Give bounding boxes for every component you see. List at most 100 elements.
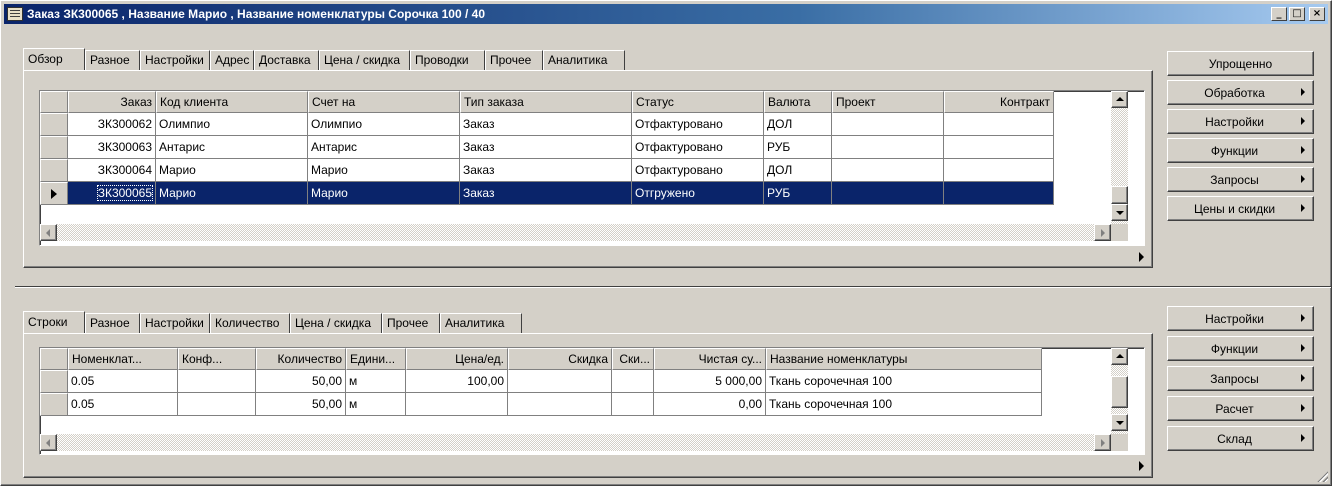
column-header[interactable]: Количество — [256, 348, 346, 370]
расчет-button[interactable]: Расчет — [1167, 396, 1314, 421]
table-cell[interactable]: ЗК300064 — [68, 159, 156, 182]
table-cell[interactable]: ЗК300065 — [68, 182, 156, 205]
table-cell[interactable]: Заказ — [460, 159, 632, 182]
функции-button[interactable]: Функции — [1167, 336, 1314, 361]
tab-6[interactable]: Цена / скидка — [319, 50, 410, 70]
table-cell[interactable]: Отфактуровано — [632, 159, 764, 182]
panel-expand-arrow-icon[interactable] — [1139, 252, 1144, 262]
row-indicator[interactable] — [40, 113, 68, 136]
table-cell[interactable] — [178, 370, 256, 393]
document-icon[interactable] — [7, 7, 23, 21]
lines-vertical-scrollbar[interactable] — [1111, 348, 1128, 434]
column-header[interactable]: Счет на — [308, 91, 460, 113]
table-cell[interactable] — [178, 393, 256, 416]
column-header[interactable]: Цена/ед. — [406, 348, 508, 370]
row-indicator[interactable] — [40, 370, 68, 393]
table-cell[interactable] — [944, 113, 1054, 136]
tab-5[interactable]: Цена / скидка — [290, 313, 382, 333]
tab-4[interactable]: Количество — [210, 313, 290, 333]
table-cell[interactable]: 50,00 — [256, 370, 346, 393]
table-cell[interactable] — [832, 159, 944, 182]
scroll-down-icon[interactable] — [1111, 414, 1128, 431]
table-cell[interactable] — [612, 393, 654, 416]
title-bar[interactable]: Заказ ЗК300065 , Название Марио , Назван… — [4, 4, 1328, 24]
close-button[interactable]: × — [1309, 7, 1325, 21]
table-cell[interactable]: Отфактуровано — [632, 113, 764, 136]
tab-2[interactable]: Разное — [85, 50, 140, 70]
table-cell[interactable]: 0.05 — [68, 370, 178, 393]
упрощенно-button[interactable]: Упрощенно — [1167, 51, 1314, 76]
настройки-button[interactable]: Настройки — [1167, 306, 1314, 331]
column-header[interactable]: Номенклат... — [68, 348, 178, 370]
maximize-button[interactable]: □ — [1289, 7, 1305, 21]
tab-7[interactable]: Проводки — [410, 50, 485, 70]
column-header[interactable]: Контракт — [944, 91, 1054, 113]
minimize-button[interactable]: _ — [1271, 7, 1287, 21]
table-cell[interactable] — [944, 159, 1054, 182]
tab-9[interactable]: Аналитика — [543, 50, 625, 70]
table-cell[interactable]: Олимпио — [156, 113, 308, 136]
current-row-arrow-icon[interactable] — [40, 182, 68, 205]
orders-horizontal-scrollbar[interactable] — [40, 224, 1111, 241]
table-cell[interactable] — [832, 136, 944, 159]
table-cell[interactable]: Заказ — [460, 136, 632, 159]
table-cell[interactable] — [944, 182, 1054, 205]
table-cell[interactable]: Марио — [308, 182, 460, 205]
table-cell[interactable]: ДОЛ — [764, 113, 832, 136]
table-cell[interactable]: Марио — [308, 159, 460, 182]
column-header[interactable]: Чистая су... — [654, 348, 766, 370]
resize-grip-icon[interactable] — [1316, 470, 1328, 482]
table-cell[interactable]: 5 000,00 — [654, 370, 766, 393]
table-cell[interactable] — [832, 113, 944, 136]
table-cell[interactable]: ЗК300062 — [68, 113, 156, 136]
table-cell[interactable] — [612, 370, 654, 393]
настройки-button[interactable]: Настройки — [1167, 109, 1314, 134]
table-cell[interactable] — [406, 393, 508, 416]
scroll-right-icon[interactable] — [1094, 224, 1111, 241]
scroll-left-icon[interactable] — [40, 224, 57, 241]
table-row[interactable]: 0.05 50,00 м 0,00 Ткань сорочечная 100 — [40, 393, 1144, 416]
table-cell[interactable]: ЗК300063 — [68, 136, 156, 159]
table-cell[interactable]: 0,00 — [654, 393, 766, 416]
table-cell[interactable]: 50,00 — [256, 393, 346, 416]
table-cell[interactable]: РУБ — [764, 182, 832, 205]
tab-1[interactable]: Строки — [23, 311, 85, 333]
обработка-button[interactable]: Обработка — [1167, 80, 1314, 105]
table-row[interactable]: ЗК300062 Олимпио Олимпио Заказ Отфактуровано… — [40, 113, 1144, 136]
table-cell[interactable] — [832, 182, 944, 205]
table-row[interactable]: ЗК300064 Марио Марио Заказ Отфактуровано ДОЛ — [40, 159, 1144, 182]
lines-horizontal-scrollbar[interactable] — [40, 434, 1111, 451]
row-indicator[interactable] — [40, 159, 68, 182]
tab-3[interactable]: Настройки — [140, 50, 210, 70]
scroll-up-icon[interactable] — [1111, 91, 1128, 108]
table-cell[interactable]: м — [346, 370, 406, 393]
column-header[interactable]: Статус — [632, 91, 764, 113]
table-cell[interactable]: Марио — [156, 182, 308, 205]
column-header[interactable]: Валюта — [764, 91, 832, 113]
запросы-button[interactable]: Запросы — [1167, 167, 1314, 192]
column-header[interactable]: Название номенклатуры — [766, 348, 1042, 370]
row-indicator[interactable] — [40, 136, 68, 159]
orders-vertical-scrollbar[interactable] — [1111, 91, 1128, 224]
table-row[interactable]: ЗК300065 Марио Марио Заказ Отгружено РУБ — [40, 182, 1144, 205]
table-row[interactable]: 0.05 50,00 м 100,00 5 000,00 Ткань сорочечная… — [40, 370, 1144, 393]
table-cell[interactable]: Ткань сорочечная 100 — [766, 393, 1042, 416]
склад-button[interactable]: Склад — [1167, 426, 1314, 451]
tab-5[interactable]: Доставка — [254, 50, 319, 70]
scroll-up-icon[interactable] — [1111, 348, 1128, 365]
column-header[interactable]: Код клиента — [156, 91, 308, 113]
table-cell[interactable]: Отфактуровано — [632, 136, 764, 159]
tab-6[interactable]: Прочее — [382, 313, 440, 333]
table-cell[interactable]: Олимпио — [308, 113, 460, 136]
table-cell[interactable]: Заказ — [460, 182, 632, 205]
table-cell[interactable] — [944, 136, 1054, 159]
table-cell[interactable]: 100,00 — [406, 370, 508, 393]
table-cell[interactable]: Марио — [156, 159, 308, 182]
scroll-down-icon[interactable] — [1111, 204, 1128, 221]
запросы-button[interactable]: Запросы — [1167, 366, 1314, 391]
table-row[interactable]: ЗК300063 Антарис Антарис Заказ Отфактуровано… — [40, 136, 1144, 159]
table-cell[interactable]: 0.05 — [68, 393, 178, 416]
table-cell[interactable] — [508, 393, 612, 416]
table-cell[interactable] — [508, 370, 612, 393]
column-header[interactable]: Заказ — [68, 91, 156, 113]
